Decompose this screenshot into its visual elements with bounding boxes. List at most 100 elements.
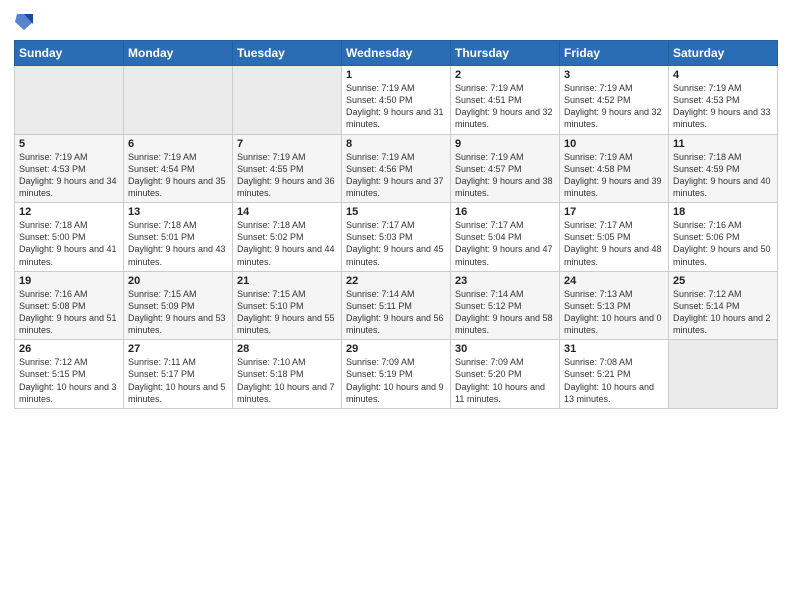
- day-number: 28: [237, 343, 337, 355]
- calendar-cell: 5Sunrise: 7:19 AM Sunset: 4:53 PM Daylig…: [15, 134, 124, 203]
- day-number: 31: [564, 343, 664, 355]
- calendar-cell: 22Sunrise: 7:14 AM Sunset: 5:11 PM Dayli…: [342, 271, 451, 340]
- day-number: 14: [237, 206, 337, 218]
- day-number: 12: [19, 206, 119, 218]
- calendar-cell: 24Sunrise: 7:13 AM Sunset: 5:13 PM Dayli…: [560, 271, 669, 340]
- calendar-cell: 4Sunrise: 7:19 AM Sunset: 4:53 PM Daylig…: [669, 66, 778, 135]
- week-row-5: 26Sunrise: 7:12 AM Sunset: 5:15 PM Dayli…: [15, 340, 778, 409]
- day-number: 3: [564, 69, 664, 81]
- day-number: 1: [346, 69, 446, 81]
- calendar-cell: 13Sunrise: 7:18 AM Sunset: 5:01 PM Dayli…: [124, 203, 233, 272]
- page: SundayMondayTuesdayWednesdayThursdayFrid…: [0, 0, 792, 612]
- logo: [14, 10, 33, 32]
- day-info: Sunrise: 7:10 AM Sunset: 5:18 PM Dayligh…: [237, 356, 337, 405]
- logo-block: [14, 10, 33, 32]
- calendar-table: SundayMondayTuesdayWednesdayThursdayFrid…: [14, 40, 778, 409]
- day-info: Sunrise: 7:12 AM Sunset: 5:15 PM Dayligh…: [19, 356, 119, 405]
- day-info: Sunrise: 7:19 AM Sunset: 4:53 PM Dayligh…: [673, 82, 773, 131]
- day-info: Sunrise: 7:17 AM Sunset: 5:03 PM Dayligh…: [346, 219, 446, 268]
- day-info: Sunrise: 7:19 AM Sunset: 4:51 PM Dayligh…: [455, 82, 555, 131]
- week-row-1: 1Sunrise: 7:19 AM Sunset: 4:50 PM Daylig…: [15, 66, 778, 135]
- weekday-header-row: SundayMondayTuesdayWednesdayThursdayFrid…: [15, 41, 778, 66]
- calendar-cell: [15, 66, 124, 135]
- calendar-cell: 6Sunrise: 7:19 AM Sunset: 4:54 PM Daylig…: [124, 134, 233, 203]
- day-info: Sunrise: 7:15 AM Sunset: 5:10 PM Dayligh…: [237, 288, 337, 337]
- day-info: Sunrise: 7:18 AM Sunset: 5:00 PM Dayligh…: [19, 219, 119, 268]
- calendar-cell: 17Sunrise: 7:17 AM Sunset: 5:05 PM Dayli…: [560, 203, 669, 272]
- day-info: Sunrise: 7:18 AM Sunset: 4:59 PM Dayligh…: [673, 151, 773, 200]
- day-number: 13: [128, 206, 228, 218]
- day-info: Sunrise: 7:19 AM Sunset: 4:56 PM Dayligh…: [346, 151, 446, 200]
- day-info: Sunrise: 7:13 AM Sunset: 5:13 PM Dayligh…: [564, 288, 664, 337]
- weekday-header-wednesday: Wednesday: [342, 41, 451, 66]
- day-number: 21: [237, 275, 337, 287]
- day-info: Sunrise: 7:17 AM Sunset: 5:04 PM Dayligh…: [455, 219, 555, 268]
- calendar-cell: 2Sunrise: 7:19 AM Sunset: 4:51 PM Daylig…: [451, 66, 560, 135]
- calendar-cell: 21Sunrise: 7:15 AM Sunset: 5:10 PM Dayli…: [233, 271, 342, 340]
- day-number: 9: [455, 138, 555, 150]
- calendar-cell: 25Sunrise: 7:12 AM Sunset: 5:14 PM Dayli…: [669, 271, 778, 340]
- day-number: 23: [455, 275, 555, 287]
- day-number: 2: [455, 69, 555, 81]
- day-number: 7: [237, 138, 337, 150]
- calendar-cell: [233, 66, 342, 135]
- day-number: 24: [564, 275, 664, 287]
- calendar-cell: 8Sunrise: 7:19 AM Sunset: 4:56 PM Daylig…: [342, 134, 451, 203]
- day-info: Sunrise: 7:19 AM Sunset: 4:57 PM Dayligh…: [455, 151, 555, 200]
- day-info: Sunrise: 7:09 AM Sunset: 5:19 PM Dayligh…: [346, 356, 446, 405]
- week-row-3: 12Sunrise: 7:18 AM Sunset: 5:00 PM Dayli…: [15, 203, 778, 272]
- day-info: Sunrise: 7:11 AM Sunset: 5:17 PM Dayligh…: [128, 356, 228, 405]
- day-number: 6: [128, 138, 228, 150]
- day-number: 16: [455, 206, 555, 218]
- day-info: Sunrise: 7:14 AM Sunset: 5:11 PM Dayligh…: [346, 288, 446, 337]
- day-number: 4: [673, 69, 773, 81]
- weekday-header-saturday: Saturday: [669, 41, 778, 66]
- logo-icon: [15, 10, 33, 32]
- day-info: Sunrise: 7:16 AM Sunset: 5:06 PM Dayligh…: [673, 219, 773, 268]
- calendar-cell: 20Sunrise: 7:15 AM Sunset: 5:09 PM Dayli…: [124, 271, 233, 340]
- calendar-cell: 7Sunrise: 7:19 AM Sunset: 4:55 PM Daylig…: [233, 134, 342, 203]
- week-row-2: 5Sunrise: 7:19 AM Sunset: 4:53 PM Daylig…: [15, 134, 778, 203]
- day-info: Sunrise: 7:15 AM Sunset: 5:09 PM Dayligh…: [128, 288, 228, 337]
- week-row-4: 19Sunrise: 7:16 AM Sunset: 5:08 PM Dayli…: [15, 271, 778, 340]
- calendar-cell: 31Sunrise: 7:08 AM Sunset: 5:21 PM Dayli…: [560, 340, 669, 409]
- day-info: Sunrise: 7:08 AM Sunset: 5:21 PM Dayligh…: [564, 356, 664, 405]
- day-number: 15: [346, 206, 446, 218]
- calendar-cell: 26Sunrise: 7:12 AM Sunset: 5:15 PM Dayli…: [15, 340, 124, 409]
- calendar-cell: 1Sunrise: 7:19 AM Sunset: 4:50 PM Daylig…: [342, 66, 451, 135]
- calendar-cell: [669, 340, 778, 409]
- calendar-cell: 3Sunrise: 7:19 AM Sunset: 4:52 PM Daylig…: [560, 66, 669, 135]
- day-number: 18: [673, 206, 773, 218]
- day-number: 8: [346, 138, 446, 150]
- day-info: Sunrise: 7:18 AM Sunset: 5:02 PM Dayligh…: [237, 219, 337, 268]
- calendar-cell: 18Sunrise: 7:16 AM Sunset: 5:06 PM Dayli…: [669, 203, 778, 272]
- day-number: 26: [19, 343, 119, 355]
- weekday-header-sunday: Sunday: [15, 41, 124, 66]
- calendar-cell: 10Sunrise: 7:19 AM Sunset: 4:58 PM Dayli…: [560, 134, 669, 203]
- day-number: 20: [128, 275, 228, 287]
- calendar-cell: 9Sunrise: 7:19 AM Sunset: 4:57 PM Daylig…: [451, 134, 560, 203]
- day-info: Sunrise: 7:19 AM Sunset: 4:55 PM Dayligh…: [237, 151, 337, 200]
- day-number: 30: [455, 343, 555, 355]
- day-info: Sunrise: 7:09 AM Sunset: 5:20 PM Dayligh…: [455, 356, 555, 405]
- calendar-cell: 28Sunrise: 7:10 AM Sunset: 5:18 PM Dayli…: [233, 340, 342, 409]
- calendar-cell: 19Sunrise: 7:16 AM Sunset: 5:08 PM Dayli…: [15, 271, 124, 340]
- calendar-cell: 29Sunrise: 7:09 AM Sunset: 5:19 PM Dayli…: [342, 340, 451, 409]
- day-number: 11: [673, 138, 773, 150]
- weekday-header-thursday: Thursday: [451, 41, 560, 66]
- day-number: 17: [564, 206, 664, 218]
- day-info: Sunrise: 7:16 AM Sunset: 5:08 PM Dayligh…: [19, 288, 119, 337]
- day-info: Sunrise: 7:19 AM Sunset: 4:53 PM Dayligh…: [19, 151, 119, 200]
- day-info: Sunrise: 7:19 AM Sunset: 4:58 PM Dayligh…: [564, 151, 664, 200]
- day-number: 19: [19, 275, 119, 287]
- calendar-cell: 16Sunrise: 7:17 AM Sunset: 5:04 PM Dayli…: [451, 203, 560, 272]
- header: [14, 10, 778, 32]
- day-number: 10: [564, 138, 664, 150]
- day-number: 22: [346, 275, 446, 287]
- day-info: Sunrise: 7:19 AM Sunset: 4:50 PM Dayligh…: [346, 82, 446, 131]
- day-number: 25: [673, 275, 773, 287]
- calendar-cell: 12Sunrise: 7:18 AM Sunset: 5:00 PM Dayli…: [15, 203, 124, 272]
- calendar-cell: 15Sunrise: 7:17 AM Sunset: 5:03 PM Dayli…: [342, 203, 451, 272]
- weekday-header-friday: Friday: [560, 41, 669, 66]
- day-info: Sunrise: 7:17 AM Sunset: 5:05 PM Dayligh…: [564, 219, 664, 268]
